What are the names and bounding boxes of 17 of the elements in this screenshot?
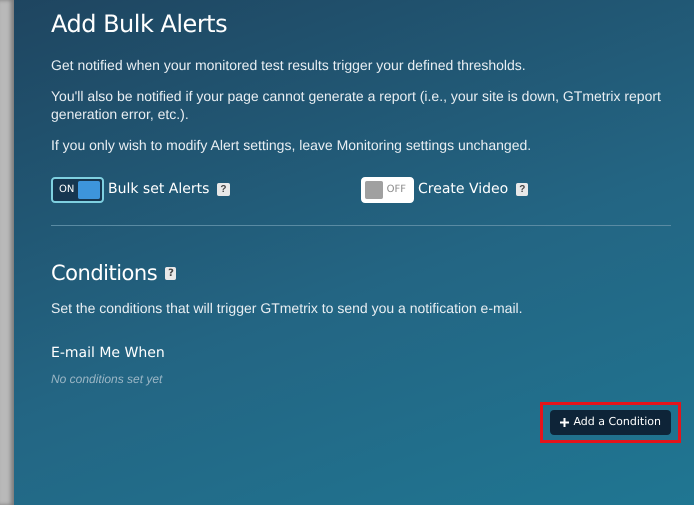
section-title: Conditions bbox=[51, 260, 158, 286]
paragraph: You'll also be notified if your page cannot generate a report (i.e., your site is down, GTmetrix report generation error, etc.). bbox=[51, 88, 662, 124]
toggle-switch[interactable]: OFF bbox=[361, 176, 414, 203]
help-icon[interactable]: ? bbox=[165, 266, 176, 280]
toggle-label: Bulk set Alerts bbox=[108, 180, 210, 200]
toggle-label: Create Video bbox=[418, 180, 508, 200]
plus-icon bbox=[560, 418, 570, 428]
help-icon[interactable]: ? bbox=[516, 183, 528, 196]
paragraph: Set the conditions that will trigger GTmetrix to send you a notification e-mail. bbox=[51, 300, 524, 318]
paragraph: Get notified when your monitored test results trigger your defined thresholds. bbox=[51, 56, 527, 74]
subheading: E-mail Me When bbox=[51, 344, 166, 364]
empty-message: No conditions set yet bbox=[51, 371, 164, 388]
toggle-switch[interactable]: ON bbox=[51, 176, 104, 203]
dialog-title: Add Bulk Alerts bbox=[51, 10, 228, 39]
add-condition-button[interactable]: Add a Condition bbox=[550, 410, 671, 435]
help-icon[interactable]: ? bbox=[217, 183, 230, 196]
paragraph: If you only wish to modify Alert settings, leave Monitoring settings unchanged. bbox=[51, 137, 532, 155]
